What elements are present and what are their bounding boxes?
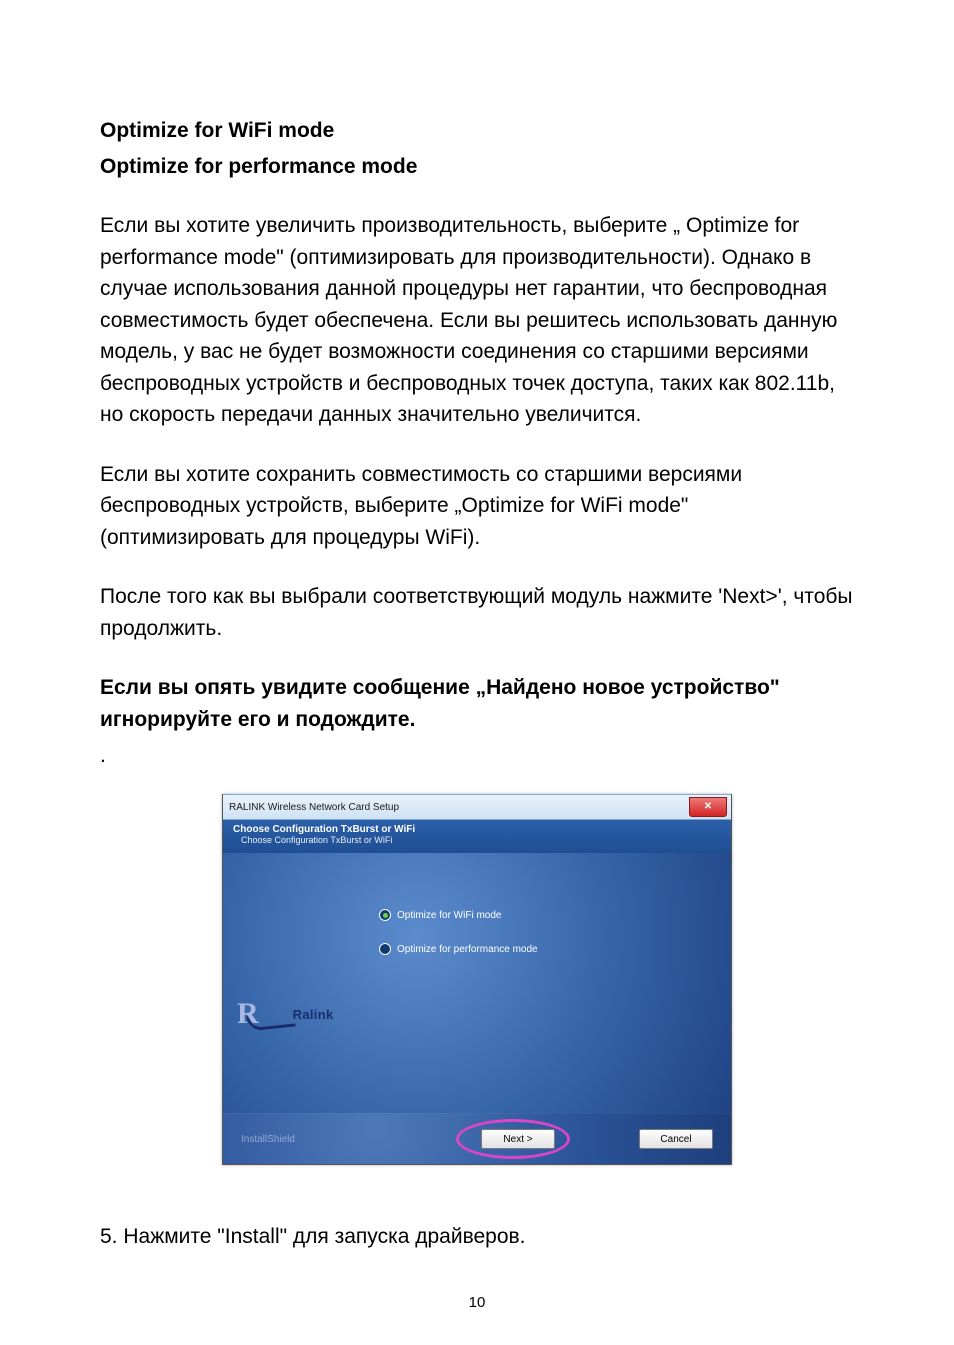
radio-unselected-icon	[379, 943, 391, 955]
cancel-button[interactable]: Cancel	[639, 1129, 713, 1149]
page-number: 10	[0, 1294, 954, 1311]
dialog-content: R Ralink Optimize for WiFi mode Optimize…	[223, 853, 731, 1113]
close-x-icon: ✕	[704, 802, 712, 812]
logo-r-icon: R	[237, 997, 259, 1031]
step-5-text: 5. Нажмите "Install" для запуска драйвер…	[100, 1221, 854, 1253]
period-marker: .	[100, 745, 854, 766]
ralink-logo: R Ralink	[237, 997, 334, 1031]
radio-wifi-label: Optimize for WiFi mode	[397, 910, 501, 921]
next-button[interactable]: Next >	[481, 1129, 555, 1149]
bold-notice: Если вы опять увидите сообщение „Найдено…	[100, 672, 854, 735]
dialog-title: RALINK Wireless Network Card Setup	[229, 802, 399, 813]
banner-title: Choose Configuration TxBurst or WiFi	[233, 824, 721, 835]
dialog-banner: Choose Configuration TxBurst or WiFi Cho…	[223, 820, 731, 853]
paragraph-2: Если вы хотите сохранить совместимость с…	[100, 459, 854, 554]
radio-performance-mode[interactable]: Optimize for performance mode	[379, 943, 731, 955]
heading-line-1: Optimize for WiFi mode	[100, 115, 854, 147]
paragraph-3: После того как вы выбрали соответствующи…	[100, 581, 854, 644]
installshield-label: InstallShield	[241, 1134, 295, 1145]
dialog-titlebar: RALINK Wireless Network Card Setup ✕	[223, 794, 731, 820]
radio-wifi-mode[interactable]: Optimize for WiFi mode	[379, 909, 731, 921]
paragraph-1: Если вы хотите увеличить производительно…	[100, 210, 854, 431]
banner-subtitle: Choose Configuration TxBurst or WiFi	[241, 835, 721, 845]
close-button[interactable]: ✕	[689, 797, 727, 817]
radio-performance-label: Optimize for performance mode	[397, 944, 538, 955]
dialog-left-panel: R Ralink	[223, 853, 363, 1113]
heading-line-2: Optimize for performance mode	[100, 151, 854, 183]
dialog-button-bar: InstallShield Next > Cancel	[223, 1113, 731, 1164]
installer-dialog: RALINK Wireless Network Card Setup ✕ Cho…	[222, 794, 732, 1165]
radio-selected-icon	[379, 909, 391, 921]
dialog-right-panel: Optimize for WiFi mode Optimize for perf…	[363, 853, 731, 1113]
logo-text: Ralink	[293, 1007, 334, 1022]
